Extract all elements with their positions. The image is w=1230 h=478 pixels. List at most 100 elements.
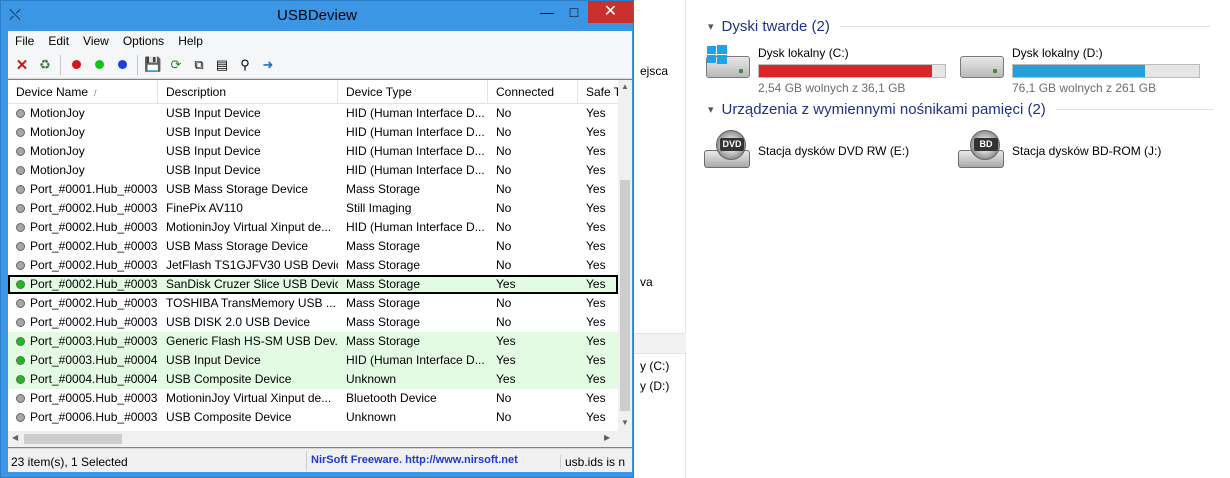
column-device-type[interactable]: Device Type — [338, 80, 488, 104]
drive-dvd[interactable]: DVD Stacja dysków DVD RW (E:) — [704, 130, 909, 170]
table-row[interactable]: Port_#0002.Hub_#0003 USB Mass Storage Dev… — [8, 237, 618, 256]
scroll-corner — [618, 431, 632, 447]
nav-fragment[interactable]: ejsca — [640, 64, 668, 78]
table-row[interactable]: Port_#0002.Hub_#0003 MotioninJoy Virtual … — [8, 218, 618, 237]
cell-safe: Yes — [586, 201, 606, 215]
vertical-scroll-thumb[interactable] — [620, 180, 630, 411]
scroll-left-icon[interactable]: ◀ — [12, 433, 18, 442]
table-row[interactable]: MotionJoy USB Input Device HID (Human Inte… — [8, 161, 618, 180]
menu-help[interactable]: Help — [171, 34, 210, 48]
red-status-icon[interactable] — [66, 55, 86, 75]
hard-drives-group-header[interactable]: ▾ Dyski twarde (2) — [708, 18, 1210, 35]
cell-name: Port_#0005.Hub_#0003 — [16, 389, 158, 408]
disconnected-dot-icon — [16, 299, 25, 308]
drive-d[interactable]: Dysk lokalny (D:) 76,1 GB wolnych z 261 … — [958, 44, 1200, 95]
column-description[interactable]: Description — [158, 80, 338, 104]
save-icon[interactable]: 💾 — [143, 55, 163, 75]
minimize-button[interactable]: — — [533, 1, 561, 23]
toolbar-separator — [60, 54, 61, 75]
table-row[interactable]: MotionJoy USB Input Device HID (Human Inte… — [8, 142, 618, 161]
table-row[interactable]: MotionJoy USB Input Device HID (Human Inte… — [8, 104, 618, 123]
item-count: 23 item(s), 1 Selected — [11, 455, 128, 469]
table-row[interactable]: Port_#0002.Hub_#0003 TOSHIBA TransMemory … — [8, 294, 618, 313]
device-list[interactable]: Device Name / Description Device Type Con… — [8, 80, 632, 447]
cell-safe: Yes — [586, 163, 606, 177]
green-status-icon[interactable] — [89, 55, 109, 75]
cell-safe: Yes — [586, 296, 606, 310]
table-row[interactable]: Port_#0006.Hub_#0003 USB Composite Device… — [8, 408, 618, 427]
menu-edit[interactable]: Edit — [41, 34, 76, 48]
explorer-window: ejsca va y (C:) y (D:) ▾ Dyski twarde (2… — [634, 0, 1230, 478]
column-device-name[interactable]: Device Name / — [8, 80, 158, 104]
nav-fragment[interactable]: y (C:) — [640, 359, 669, 373]
table-row[interactable]: MotionJoy USB Input Device HID (Human Inte… — [8, 123, 618, 142]
cell-safe: Yes — [586, 372, 606, 386]
title-bar[interactable]: ⛌ USBDeview — □ ✕ — [1, 1, 633, 31]
copy-icon[interactable]: ⧉ — [189, 55, 209, 75]
cell-safe: Yes — [586, 277, 606, 291]
nirsoft-link[interactable]: NirSoft Freeware. http://www.nirsoft.net — [311, 454, 518, 466]
table-row[interactable]: Port_#0003.Hub_#0004 USB Input Device HID … — [8, 351, 618, 370]
blue-status-icon[interactable] — [112, 55, 132, 75]
refresh-icon[interactable]: ⟳ — [166, 55, 186, 75]
cell-conn: No — [496, 410, 512, 424]
nav-fragment[interactable]: y (D:) — [640, 379, 669, 393]
hard-drive-icon — [958, 44, 1006, 84]
drive-free-space: 76,1 GB wolnych z 261 GB — [1012, 81, 1157, 95]
cell-desc: USB Mass Storage Device — [166, 239, 309, 253]
cell-conn: Yes — [496, 372, 516, 386]
menu-view[interactable]: View — [76, 34, 116, 48]
cell-safe: Yes — [586, 353, 606, 367]
disconnected-dot-icon — [16, 166, 25, 175]
drive-c[interactable]: Dysk lokalny (C:) 2,54 GB wolnych z 36,1… — [704, 44, 946, 95]
horizontal-scrollbar[interactable]: ◀ ▶ — [8, 431, 618, 447]
table-row[interactable]: Port_#0002.Hub_#0003 USB DISK 2.0 USB Dev… — [8, 313, 618, 332]
menu-file[interactable]: File — [8, 34, 41, 48]
cell-safe: Yes — [586, 182, 606, 196]
vertical-scrollbar[interactable]: ▲ ▼ — [618, 80, 632, 431]
horizontal-scroll-thumb[interactable] — [24, 434, 122, 444]
usb-ids-status: usb.ids is n — [560, 455, 630, 469]
table-row[interactable]: Port_#0002.Hub_#0003 JetFlash TS1GJFV30 U… — [8, 256, 618, 275]
table-row-selected[interactable]: Port_#0002.Hub_#0003 SanDisk Cruzer Slice… — [8, 275, 618, 294]
cell-type: Unknown — [346, 410, 397, 424]
disconnected-dot-icon — [16, 109, 25, 118]
group-divider — [839, 26, 1210, 27]
column-connected[interactable]: Connected — [488, 80, 578, 104]
table-row[interactable]: Port_#0003.Hub_#0003 Generic Flash HS-SM … — [8, 332, 618, 351]
drive-usage-bar — [1012, 64, 1200, 78]
drive-bd[interactable]: BD Stacja dysków BD-ROM (J:) — [958, 130, 1161, 170]
drive-usage-fill — [759, 65, 932, 77]
scroll-up-icon[interactable]: ▲ — [618, 82, 632, 91]
column-safe-to-unplug[interactable]: Safe T — [578, 80, 618, 104]
menu-options[interactable]: Options — [116, 34, 171, 48]
cell-conn: No — [496, 125, 512, 139]
disconnected-dot-icon — [16, 147, 25, 156]
disconnected-dot-icon — [16, 128, 25, 137]
table-row[interactable]: Port_#0004.Hub_#0004 USB Composite Device… — [8, 370, 618, 389]
uninstall-icon[interactable]: ♻ — [35, 55, 55, 75]
scroll-down-icon[interactable]: ▼ — [618, 418, 632, 427]
nav-fragment[interactable]: va — [640, 275, 653, 289]
properties-icon[interactable]: ▤ — [212, 55, 232, 75]
chevron-down-icon: ▾ — [708, 104, 714, 116]
cell-conn: Yes — [496, 277, 516, 291]
table-row[interactable]: Port_#0002.Hub_#0003 FinePix AV110 Still I… — [8, 199, 618, 218]
scroll-right-icon[interactable]: ▶ — [604, 433, 610, 442]
close-button[interactable]: ✕ — [588, 1, 633, 23]
drive-name: Stacja dysków DVD RW (E:) — [758, 144, 910, 158]
removable-group-header[interactable]: ▾ Urządzenia z wymiennymi nośnikami pami… — [708, 101, 1214, 118]
cell-name: MotionJoy — [16, 142, 158, 161]
disconnect-icon[interactable]: ✕ — [12, 55, 32, 75]
usbdeview-window: ⛌ USBDeview — □ ✕ File Edit View Options… — [0, 0, 634, 478]
table-row[interactable]: Port_#0001.Hub_#0003 USB Mass Storage Dev… — [8, 180, 618, 199]
find-icon[interactable]: ⚲ — [235, 55, 255, 75]
drive-usage-bar — [758, 64, 946, 78]
cell-desc: USB Input Device — [166, 106, 261, 120]
maximize-button[interactable]: □ — [560, 1, 588, 23]
cell-desc: FinePix AV110 — [166, 201, 243, 215]
exit-icon[interactable]: ➜ — [258, 55, 278, 75]
bd-drive-icon: BD — [958, 130, 1006, 170]
table-row[interactable]: Port_#0005.Hub_#0003 MotioninJoy Virtual … — [8, 389, 618, 408]
cell-name: Port_#0003.Hub_#0003 — [16, 332, 158, 351]
